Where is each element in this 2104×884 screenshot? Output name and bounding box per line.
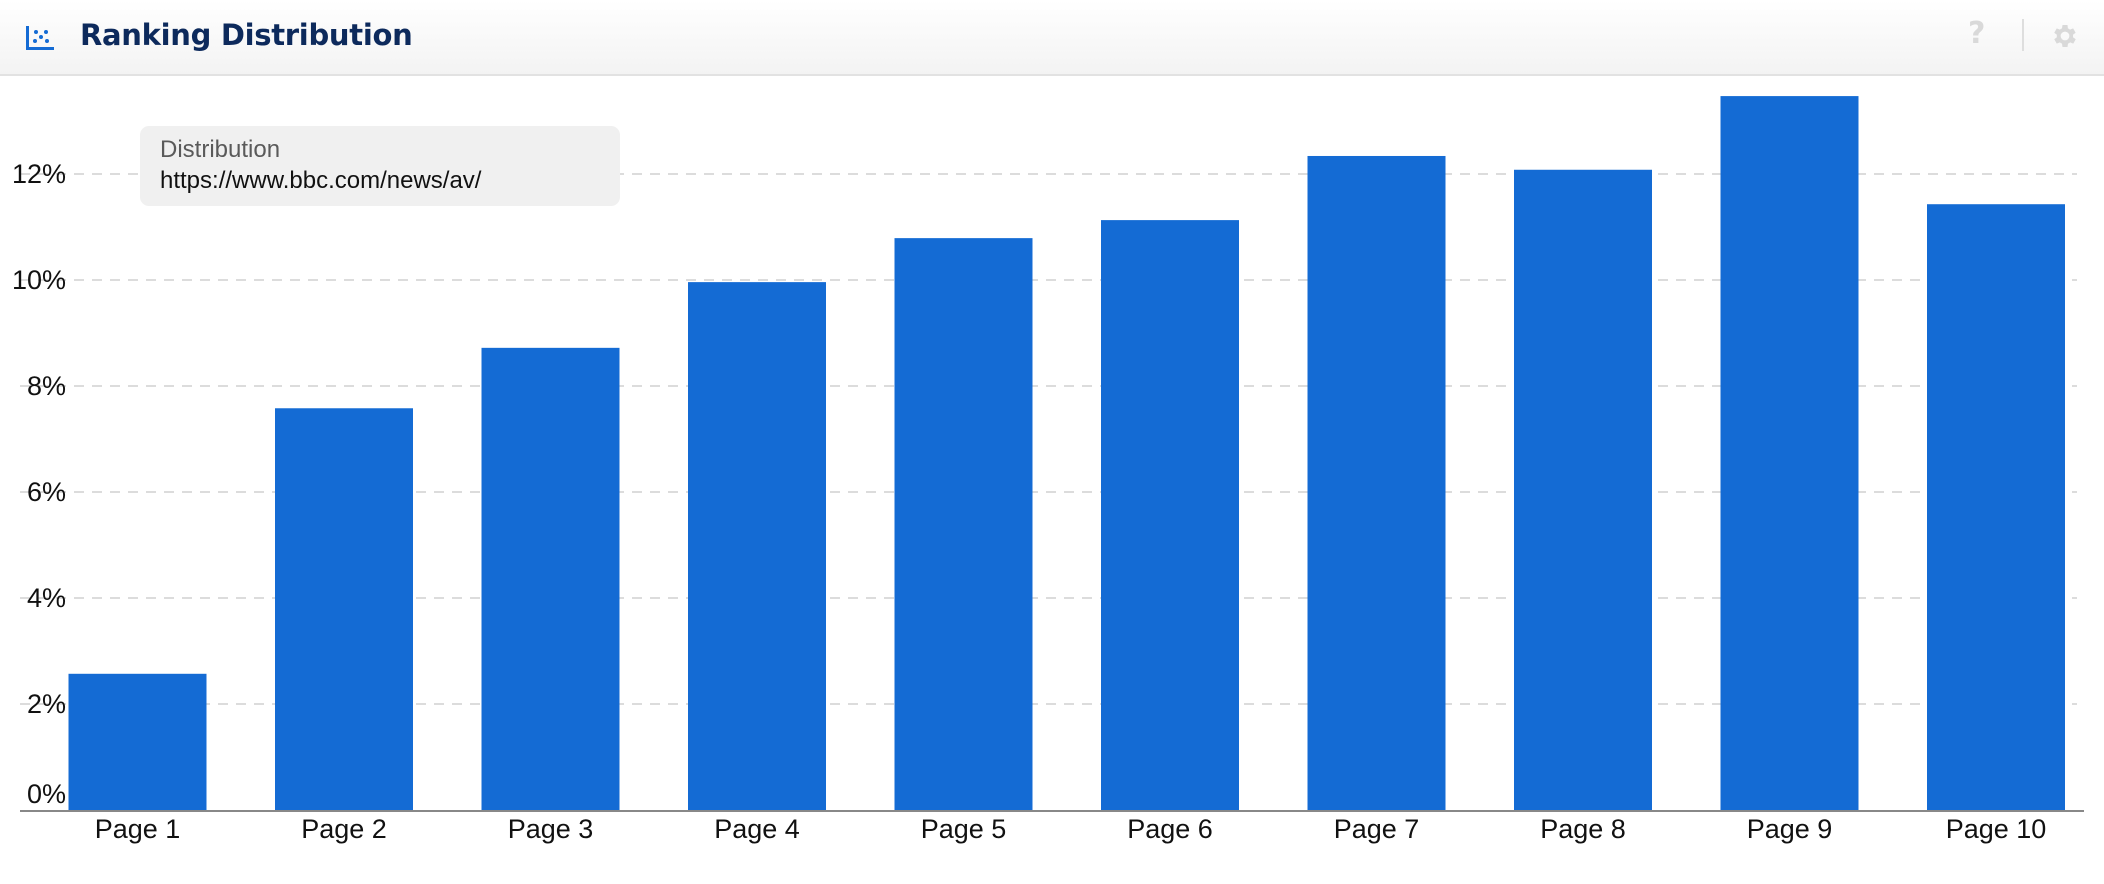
header-divider bbox=[2022, 19, 2024, 51]
gear-icon[interactable] bbox=[2050, 21, 2080, 51]
bar bbox=[1101, 220, 1239, 811]
y-tick-label: 0% bbox=[27, 779, 66, 809]
x-tick-label: Page 2 bbox=[301, 814, 387, 844]
y-tick-label: 6% bbox=[27, 477, 66, 507]
bar bbox=[481, 347, 620, 810]
y-tick-label: 10% bbox=[12, 265, 66, 295]
chart-tooltip: Distribution https://www.bbc.com/news/av… bbox=[140, 126, 620, 206]
x-tick-label: Page 8 bbox=[1540, 814, 1626, 844]
bar bbox=[688, 282, 826, 810]
x-tick-label: Page 5 bbox=[921, 814, 1007, 844]
widget-title: Ranking Distribution bbox=[80, 18, 413, 52]
x-tick-label: Page 6 bbox=[1127, 814, 1213, 844]
y-tick-label: 4% bbox=[27, 583, 66, 613]
y-tick-label: 8% bbox=[27, 371, 66, 401]
x-tick-label: Page 9 bbox=[1747, 814, 1833, 844]
widget-header: Ranking Distribution ? bbox=[0, 0, 2104, 76]
y-tick-label: 12% bbox=[12, 159, 66, 189]
scatter-chart-icon bbox=[26, 26, 54, 50]
bar bbox=[1307, 155, 1446, 811]
bar bbox=[894, 238, 1033, 810]
x-tick-label: Page 4 bbox=[714, 814, 800, 844]
bar bbox=[68, 673, 207, 810]
bar bbox=[1720, 96, 1859, 811]
x-tick-label: Page 1 bbox=[95, 814, 181, 844]
x-tick-label: Page 10 bbox=[1946, 814, 2047, 844]
x-tick-label: Page 3 bbox=[508, 814, 594, 844]
bar bbox=[275, 408, 413, 810]
bar bbox=[1927, 204, 2065, 810]
question-mark-icon[interactable]: ? bbox=[1968, 16, 1985, 51]
bar bbox=[1514, 169, 1652, 810]
tooltip-series-label: Distribution bbox=[160, 136, 281, 163]
x-tick-label: Page 7 bbox=[1334, 814, 1420, 844]
y-tick-label: 2% bbox=[27, 689, 66, 719]
tooltip-url: https://www.bbc.com/news/av/ bbox=[160, 167, 482, 194]
